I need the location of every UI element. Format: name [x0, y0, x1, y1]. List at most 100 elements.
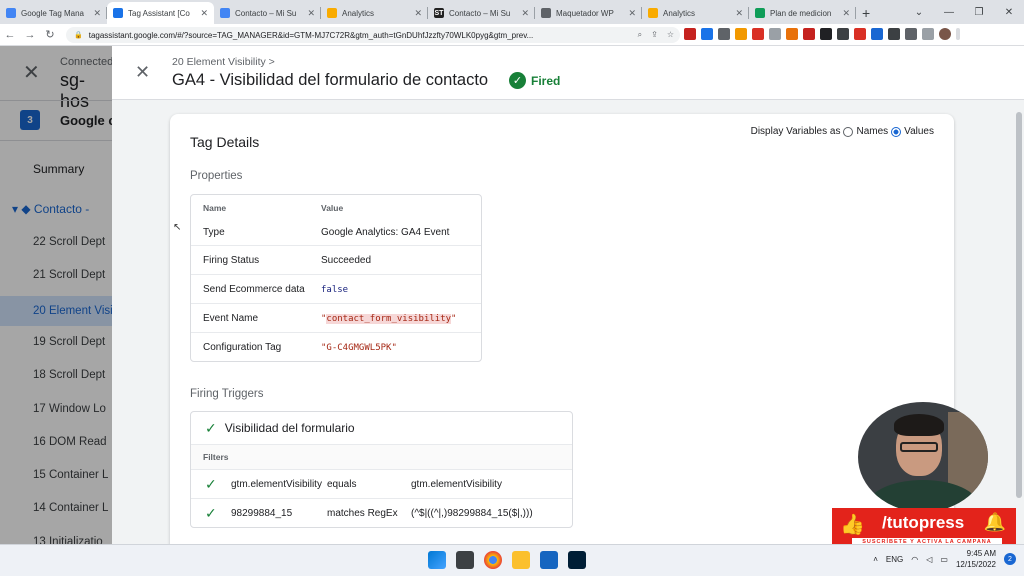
browser-tab[interactable]: Tag Assistant [Co ✕ — [107, 2, 214, 24]
taskbar-apps — [428, 551, 586, 569]
clock[interactable]: 9:45 AM 12/15/2022 — [956, 548, 996, 570]
browser-tab[interactable]: ST Contacto – Mi Su ✕ — [428, 2, 535, 24]
date: 12/15/2022 — [955, 560, 996, 569]
values-radio-label[interactable]: Values — [904, 126, 934, 137]
status-text: Fired — [531, 73, 561, 88]
browser-tab[interactable]: Plan de medicion ✕ — [749, 2, 856, 24]
back-icon[interactable]: ← — [0, 29, 20, 41]
reload-icon[interactable]: ↻ — [40, 28, 60, 41]
windows-start-icon[interactable] — [428, 551, 446, 569]
task-view-icon[interactable] — [456, 551, 474, 569]
property-name: Configuration Tag — [203, 341, 282, 353]
browser-tab[interactable]: Google Tag Mana ✕ — [0, 2, 107, 24]
card-title: Tag Details — [190, 134, 260, 150]
extension-icon[interactable] — [803, 28, 815, 40]
extensions-bar — [684, 28, 960, 40]
tab-close-icon[interactable]: ✕ — [307, 8, 315, 19]
presenter-glasses — [900, 442, 938, 452]
profile-avatar[interactable] — [939, 28, 951, 40]
tab-search-icon[interactable]: ⌄ — [904, 7, 934, 18]
extension-icon[interactable] — [871, 28, 883, 40]
wifi-icon[interactable]: ◠ — [911, 555, 918, 564]
gtm-extension-icon[interactable] — [820, 28, 832, 40]
maximize-button[interactable]: ❐ — [964, 7, 994, 18]
extension-icon[interactable] — [684, 28, 696, 40]
filter-row: ✓ gtm.elementVisibility equals gtm.elementV… — [191, 469, 572, 498]
bell-icon: 🔔 — [983, 512, 1006, 532]
language-indicator[interactable]: ENG — [886, 555, 903, 564]
table-row: Type Google Analytics: GA4 Event — [191, 220, 481, 245]
tab-close-icon[interactable]: ✕ — [735, 8, 743, 19]
modal-backdrop[interactable] — [0, 46, 112, 544]
property-name: Type — [203, 227, 225, 238]
mail-icon[interactable] — [540, 551, 558, 569]
chevron-up-icon[interactable]: ˄ — [873, 555, 878, 564]
file-explorer-icon[interactable] — [512, 551, 530, 569]
extension-icon[interactable] — [769, 28, 781, 40]
chrome-icon[interactable] — [484, 551, 502, 569]
tab-close-icon[interactable]: ✕ — [200, 8, 208, 19]
bookmark-star-icon[interactable]: ☆ — [667, 30, 674, 40]
extension-icon[interactable] — [701, 28, 713, 40]
zoom-icon[interactable]: ⌕ — [638, 30, 642, 40]
check-icon: ✓ — [205, 475, 217, 492]
names-radio[interactable] — [843, 126, 854, 137]
notification-badge[interactable]: 2 — [1004, 553, 1016, 565]
value-text: G-C4GMGWL5PK — [326, 342, 392, 353]
quote: " — [451, 313, 457, 324]
tab-close-icon[interactable]: ✕ — [93, 8, 101, 19]
browser-tab[interactable]: Analytics ✕ — [321, 2, 428, 24]
firing-triggers-heading: Firing Triggers — [190, 388, 264, 400]
battery-icon[interactable]: ▭ — [940, 555, 948, 564]
extension-icon[interactable] — [752, 28, 764, 40]
thumbs-up-icon: 👍 — [840, 514, 865, 536]
new-tab-button[interactable]: + — [862, 5, 870, 21]
forward-icon[interactable]: → — [20, 29, 40, 41]
tab-favicon-icon — [541, 8, 551, 18]
property-name: Event Name — [203, 312, 259, 324]
extension-icon[interactable] — [786, 28, 798, 40]
browser-tab-bar: Google Tag Mana ✕ Tag Assistant [Co ✕ Contac… — [0, 0, 1024, 24]
close-window-button[interactable]: ✕ — [994, 7, 1024, 18]
sidebar-icon[interactable] — [922, 28, 934, 40]
check-icon: ✓ — [205, 504, 217, 521]
scrollbar[interactable] — [1016, 112, 1022, 498]
close-panel-icon[interactable]: ✕ — [135, 62, 150, 83]
names-radio-label[interactable]: Names — [856, 126, 888, 137]
address-bar[interactable]: 🔒 tagassistant.google.com/#/?source=TAG_… — [66, 27, 680, 43]
tab-close-icon[interactable]: ✕ — [842, 8, 850, 19]
property-value: false — [309, 284, 481, 295]
breadcrumb[interactable]: 20 Element Visibility > — [172, 56, 275, 68]
column-header-value: Value — [321, 202, 344, 213]
time: 9:45 AM — [966, 549, 996, 558]
extension-icon[interactable] — [735, 28, 747, 40]
extension-icon[interactable] — [888, 28, 900, 40]
share-icon[interactable]: ⇪ — [651, 30, 658, 40]
browser-tab[interactable]: Contacto – Mi Su ✕ — [214, 2, 321, 24]
check-circle-icon: ✓ — [509, 72, 526, 89]
values-radio[interactable] — [891, 126, 902, 137]
filter-value: (^$|((^|,)98299884_15($|,))) — [411, 507, 533, 519]
tab-close-icon[interactable]: ✕ — [414, 8, 422, 19]
extension-icon[interactable] — [854, 28, 866, 40]
tab-favicon-icon — [220, 8, 230, 18]
tab-close-icon[interactable]: ✕ — [521, 8, 529, 19]
tab-favicon-icon — [648, 8, 658, 18]
extensions-puzzle-icon[interactable] — [905, 28, 917, 40]
property-name: Send Ecommerce data — [203, 283, 305, 295]
trigger-card: ✓ Visibilidad del formulario Filters ✓ gt… — [190, 411, 573, 528]
filter-row: ✓ 98299884_15 matches RegEx (^$|((^|,)98299… — [191, 498, 572, 527]
volume-icon[interactable]: ◁ — [926, 555, 932, 564]
photoshop-icon[interactable] — [568, 551, 586, 569]
browser-tab[interactable]: Analytics ✕ — [642, 2, 749, 24]
display-variables-label: Display Variables as — [750, 126, 841, 137]
minimize-button[interactable]: — — [934, 7, 964, 18]
browser-tab[interactable]: Maquetador WP ✕ — [535, 2, 642, 24]
subscribe-banner: 👍 /tutopress 🔔 SUSCRÍBETE Y ACTIVA LA CA… — [832, 508, 1016, 547]
tab-close-icon[interactable]: ✕ — [628, 8, 636, 19]
trigger-row[interactable]: ✓ Visibilidad del formulario — [191, 412, 572, 444]
extension-icon[interactable] — [718, 28, 730, 40]
menu-dots-icon[interactable] — [956, 28, 960, 40]
value-text: false — [321, 284, 349, 295]
extension-icon[interactable] — [837, 28, 849, 40]
